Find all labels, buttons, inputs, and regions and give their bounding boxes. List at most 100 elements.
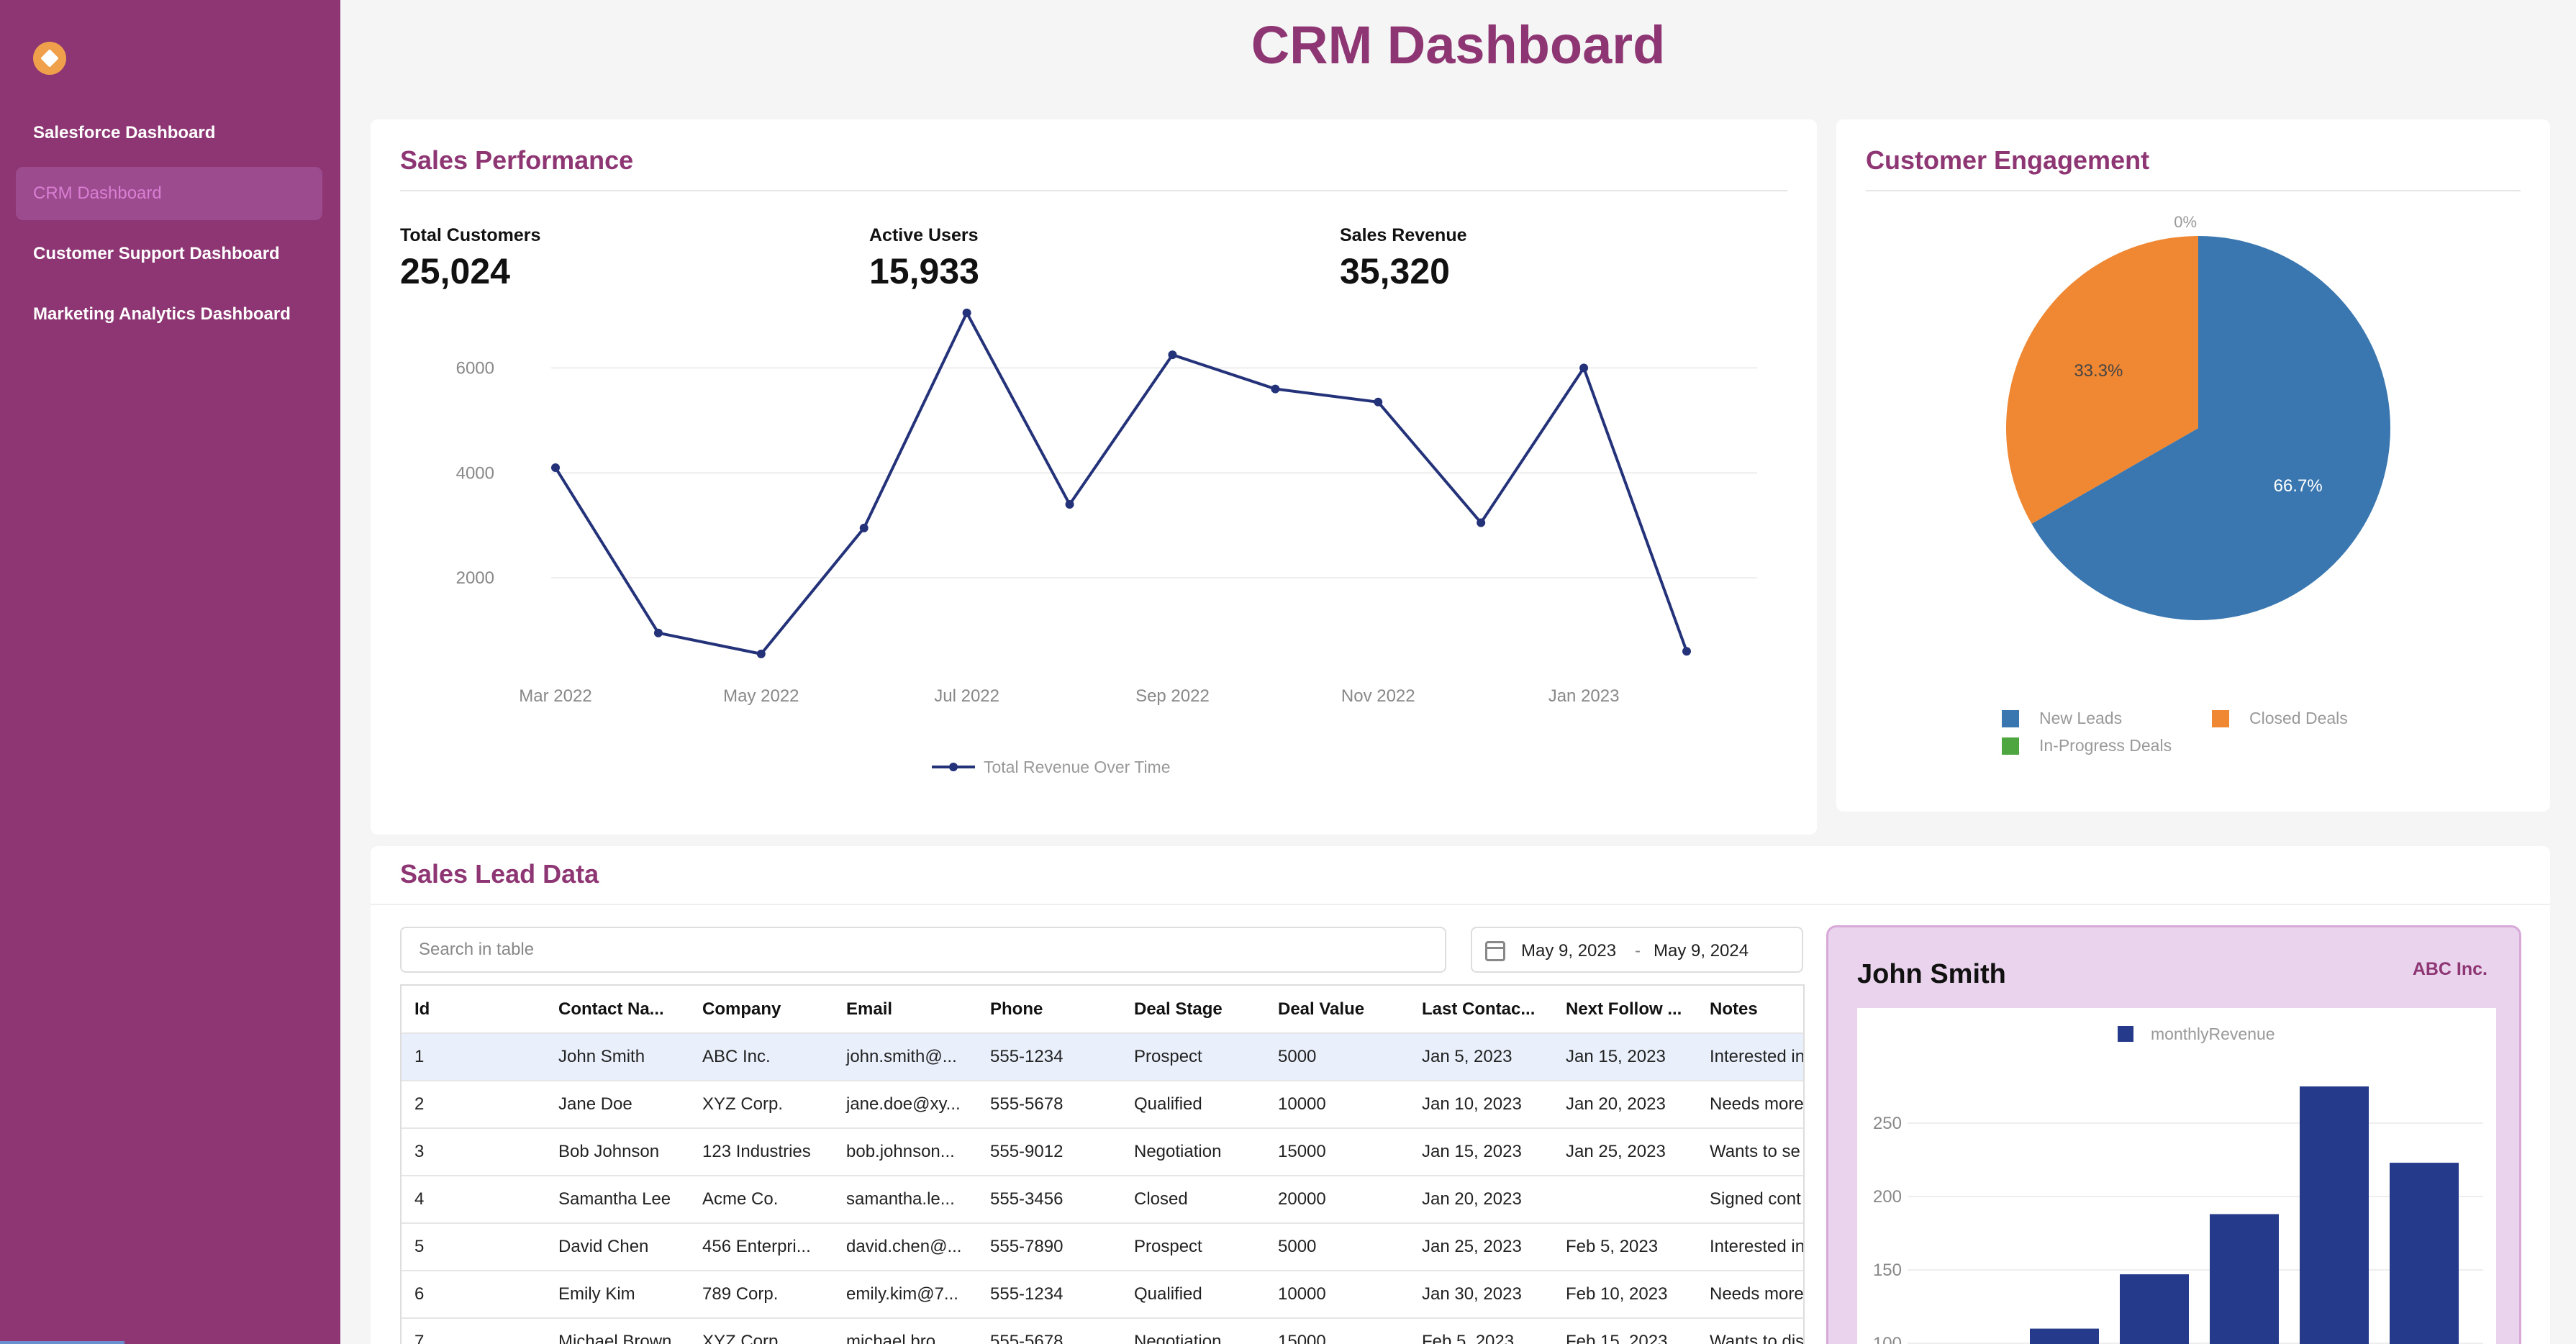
table-cell: XYZ Corp. [689,1081,833,1129]
data-point[interactable] [1477,518,1486,527]
legend-label[interactable]: New Leads [2039,709,2122,727]
data-point[interactable] [1168,350,1177,360]
sales-performance-card: Sales Performance Total Customers 25,024… [371,119,1817,835]
column-header[interactable]: Last Contac... [1409,986,1553,1034]
x-tick-label: Nov 2022 [1341,686,1415,706]
sidebar-item-salesforce-dashboard[interactable]: Salesforce Dashboard [16,106,322,160]
table-cell: 789 Corp. [689,1271,833,1319]
y-tick-label: 250 [1873,1114,1902,1133]
sidebar-item-marketing-analytics-dashboard[interactable]: Marketing Analytics Dashboard [16,288,322,341]
table-cell: Acme Co. [689,1176,833,1224]
table-row[interactable]: 4 Samantha Lee Acme Co. samantha.le... 555-3… [402,1176,1803,1224]
data-point[interactable] [962,308,971,317]
customer-engagement-card: Customer Engagement 66.7% 33.3% 0% New Lead… [1836,119,2550,812]
bar[interactable] [2390,1163,2459,1344]
data-point[interactable] [1579,363,1589,373]
sidebar-item-customer-support-dashboard[interactable]: Customer Support Dashboard [16,227,322,281]
legend-swatch [2212,710,2229,727]
table-row[interactable]: 7 Michael Brown XYZ Corp. michael.bro... 555… [402,1318,1803,1344]
calendar-icon [1485,941,1505,961]
bar[interactable] [2030,1328,2099,1344]
pie-slice-label: 33.3% [2074,361,2123,381]
table-row[interactable]: 3 Bob Johnson 123 Industries bob.johnson...… [402,1128,1803,1176]
data-point[interactable] [1271,384,1280,394]
table-cell: Jan 25, 2023 [1553,1128,1697,1176]
bar[interactable] [2120,1274,2189,1344]
table-cell: Jan 20, 2023 [1553,1081,1697,1129]
sidebar-item-crm-dashboard[interactable]: CRM Dashboard [16,167,322,220]
table-row[interactable]: 2 Jane Doe XYZ Corp. jane.doe@xy... 555-5678… [402,1081,1803,1129]
table-search-input[interactable] [400,927,1446,973]
table-row[interactable]: 5 David Chen 456 Enterpri... david.chen@...… [402,1223,1803,1271]
table-cell: ABC Inc. [689,1033,833,1081]
logo-icon[interactable] [33,42,66,75]
table-cell: 555-5678 [977,1318,1121,1344]
table-cell: 10000 [1265,1271,1409,1319]
table-row[interactable]: 6 Emily Kim 789 Corp. emily.kim@7... 555-123… [402,1271,1803,1319]
date-range-picker[interactable]: May 9, 2023 - May 9, 2024 [1471,927,1803,973]
column-header[interactable]: Next Follow ... [1553,986,1697,1034]
column-header[interactable]: Notes [1697,986,1803,1034]
table-cell: Wants to se [1697,1128,1803,1176]
table-cell: 15000 [1265,1318,1409,1344]
lead-detail-name: John Smith [1857,959,2006,989]
table-cell: Wants to dis [1697,1318,1803,1344]
table-cell: Negotiation [1121,1128,1265,1176]
table-cell: 6 [402,1271,545,1319]
data-point[interactable] [859,523,869,532]
table-cell: Signed cont [1697,1176,1803,1224]
legend-label[interactable]: Closed Deals [2249,709,2348,727]
bar[interactable] [2300,1086,2369,1344]
table-cell: 555-9012 [977,1128,1121,1176]
table-cell: 5000 [1265,1033,1409,1081]
data-point[interactable] [1065,500,1074,509]
legend-label[interactable]: In-Progress Deals [2039,736,2172,755]
table-cell: emily.kim@7... [833,1271,977,1319]
table-cell: samantha.le... [833,1176,977,1224]
table-cell: David Chen [545,1223,689,1271]
table-cell: Needs more [1697,1271,1803,1319]
table-cell: Jan 15, 2023 [1409,1128,1553,1176]
legend-label: Total Revenue Over Time [984,758,1171,776]
data-point[interactable] [756,649,766,658]
table-cell: Qualified [1121,1081,1265,1129]
table-cell: david.chen@... [833,1223,977,1271]
table-cell: 3 [402,1128,545,1176]
y-tick-label: 150 [1873,1261,1902,1280]
lead-detail-company: ABC Inc. [2412,959,2487,979]
table-cell [1553,1176,1697,1224]
table-cell: john.smith@... [833,1033,977,1081]
data-point[interactable] [1682,647,1691,656]
revenue-line-chart: 2000 4000 6000 Mar 2022 May 2022 Jul 2022 Sep … [456,308,1757,776]
x-tick-label: Mar 2022 [519,686,591,706]
data-point[interactable] [551,463,560,472]
column-header[interactable]: Deal Value [1265,986,1409,1034]
date-range-end: May 9, 2024 [1654,941,1749,961]
sidebar-scroll-indicator [0,1341,124,1344]
table-cell: 555-7890 [977,1223,1121,1271]
legend-label: monthlyRevenue [2151,1025,2275,1043]
x-tick-label: Jan 2023 [1548,686,1620,706]
column-header[interactable]: Company [689,986,833,1034]
bar[interactable] [2210,1214,2279,1344]
table-row[interactable]: 1 John Smith ABC Inc. john.smith@... 555-123… [402,1033,1803,1081]
table-header-row: Id Contact Na... Company Email Phone Deal Sta… [402,986,1803,1034]
table-cell: 2 [402,1081,545,1129]
table-cell: jane.doe@xy... [833,1081,977,1129]
table-cell: Prospect [1121,1033,1265,1081]
date-range-start: May 9, 2023 [1521,941,1617,961]
column-header[interactable]: Phone [977,986,1121,1034]
column-header[interactable]: Deal Stage [1121,986,1265,1034]
sidebar: Salesforce Dashboard CRM Dashboard Custo… [0,0,340,1344]
x-tick-label: May 2022 [723,686,799,706]
y-tick-label: 2000 [456,568,494,588]
column-header[interactable]: Contact Na... [545,986,689,1034]
table-cell: bob.johnson... [833,1128,977,1176]
column-header[interactable]: Email [833,986,977,1034]
lead-detail-card: John Smith ABC Inc. 100 150 200 250 monthlyR… [1826,925,2521,1344]
table-cell: Emily Kim [545,1271,689,1319]
data-point[interactable] [653,628,663,637]
data-point[interactable] [1374,397,1383,407]
column-header[interactable]: Id [402,986,545,1034]
legend-point-marker [949,763,958,771]
